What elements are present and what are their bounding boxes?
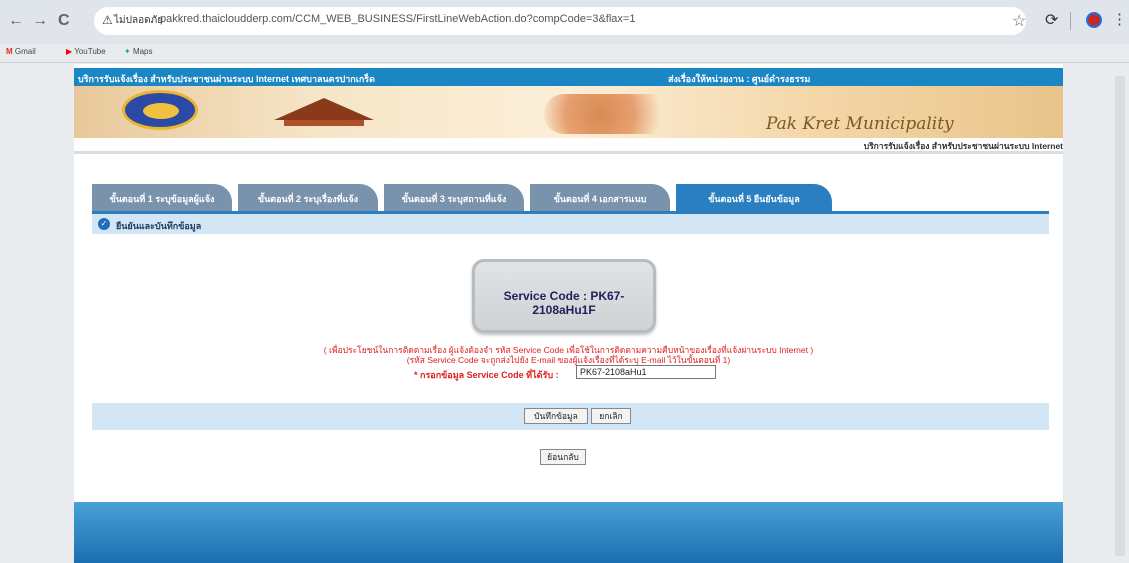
action-button-bar: บันทึกข้อมูล ยกเลิก	[92, 403, 1049, 430]
back-button[interactable]: ย้อนกลับ	[540, 449, 586, 465]
bookmark-label: Maps	[132, 47, 153, 56]
maps-icon: ✦	[124, 47, 131, 56]
bookmark-star-icon[interactable]: ☆	[1012, 11, 1026, 31]
tab-step-5[interactable]: ขั้นตอนที่ 5 ยืนยันข้อมูล	[676, 184, 832, 211]
page-scrollbar[interactable]	[1115, 76, 1125, 556]
site-top-bar-title: บริการรับแจ้งเรื่อง สำหรับประชาชนผ่านระบ…	[78, 74, 375, 84]
forward-arrow-icon[interactable]: →	[32, 12, 48, 30]
bookmark-label: Gmail	[14, 47, 36, 56]
reload-icon[interactable]: C	[58, 12, 70, 30]
section-header: ✓ ยืนยันและบันทึกข้อมูล	[92, 214, 1049, 234]
municipality-logo	[122, 90, 198, 130]
browser-menu-icon[interactable]: ⋮	[1112, 10, 1127, 28]
url-text[interactable]: pakkred.thaicloudderp.com/CCM_WEB_BUSINE…	[160, 13, 635, 25]
bookmark-maps[interactable]: ✦ Maps	[124, 47, 153, 56]
security-badge[interactable]: ไม่ปลอดภัย	[114, 13, 163, 28]
tab-step-4[interactable]: ขั้นตอนที่ 4 เอกสารแนบ	[530, 184, 670, 211]
bookmarks-bar: M Gmail ▶ YouTube ✦ Maps	[0, 44, 1129, 63]
site-footer	[74, 502, 1063, 563]
service-code-box: Service Code : PK67-2108aHu1F	[472, 259, 656, 333]
back-arrow-icon[interactable]: ←	[8, 12, 24, 30]
brand-text: Pak Kret Municipality	[766, 114, 954, 134]
logo-emblem	[143, 103, 179, 119]
email-note: (รหัส Service Code จะถูกส่งไปยัง E-mail …	[406, 355, 731, 365]
tab-step-3[interactable]: ขั้นตอนที่ 3 ระบุสถานที่แจ้ง	[384, 184, 524, 211]
bookmark-label: YouTube	[74, 47, 106, 56]
cancel-button[interactable]: ยกเลิก	[591, 408, 631, 424]
site-top-bar: บริการรับแจ้งเรื่อง สำหรับประชาชนผ่านระบ…	[74, 68, 1063, 86]
bookmark-youtube[interactable]: ▶ YouTube	[66, 47, 106, 56]
thai-temple-roof-image	[274, 98, 374, 120]
section-title: ยืนยันและบันทึกข้อมูล	[116, 221, 202, 231]
save-button[interactable]: บันทึกข้อมูล	[524, 408, 588, 424]
bookmark-gmail[interactable]: M Gmail	[6, 47, 36, 56]
service-code-display: Service Code : PK67-2108aHu1F	[503, 289, 625, 317]
browser-toolbar: ← → C ⚠ ไม่ปลอดภัย pakkred.thaicloudderp…	[0, 0, 1129, 44]
extension-icon[interactable]: ⟳	[1045, 10, 1058, 30]
temple-base-image	[284, 120, 364, 126]
step-tabs: ขั้นตอนที่ 1 ระบุข้อมูลผู้แจ้ง ขั้นตอนที…	[92, 184, 1063, 211]
gmail-icon: M	[6, 47, 13, 56]
tab-step-2[interactable]: ขั้นตอนที่ 2 ระบุเรื่องที่แจ้ง	[238, 184, 378, 211]
youtube-icon: ▶	[66, 47, 73, 56]
header-separator	[74, 151, 1063, 154]
site-banner: Pak Kret Municipality	[74, 86, 1063, 138]
profile-avatar[interactable]	[1086, 12, 1102, 28]
tab-step-1[interactable]: ขั้นตอนที่ 1 ระบุข้อมูลผู้แจ้ง	[92, 184, 232, 211]
confirm-check-icon: ✓	[98, 218, 110, 230]
toolbar-divider	[1070, 12, 1071, 30]
service-code-input-label: * กรอกข้อมูล Service Code ที่ได้รับ :	[414, 370, 559, 380]
service-code-input[interactable]	[576, 365, 716, 379]
people-photo-image	[544, 94, 684, 134]
web-page: บริการรับแจ้งเรื่อง สำหรับประชาชนผ่านระบ…	[74, 64, 1063, 563]
warning-icon[interactable]: ⚠	[102, 13, 113, 27]
dispatch-agency-label: ส่งเรื่องให้หน่วยงาน : ศูนย์ดำรงธรรม	[668, 74, 811, 84]
